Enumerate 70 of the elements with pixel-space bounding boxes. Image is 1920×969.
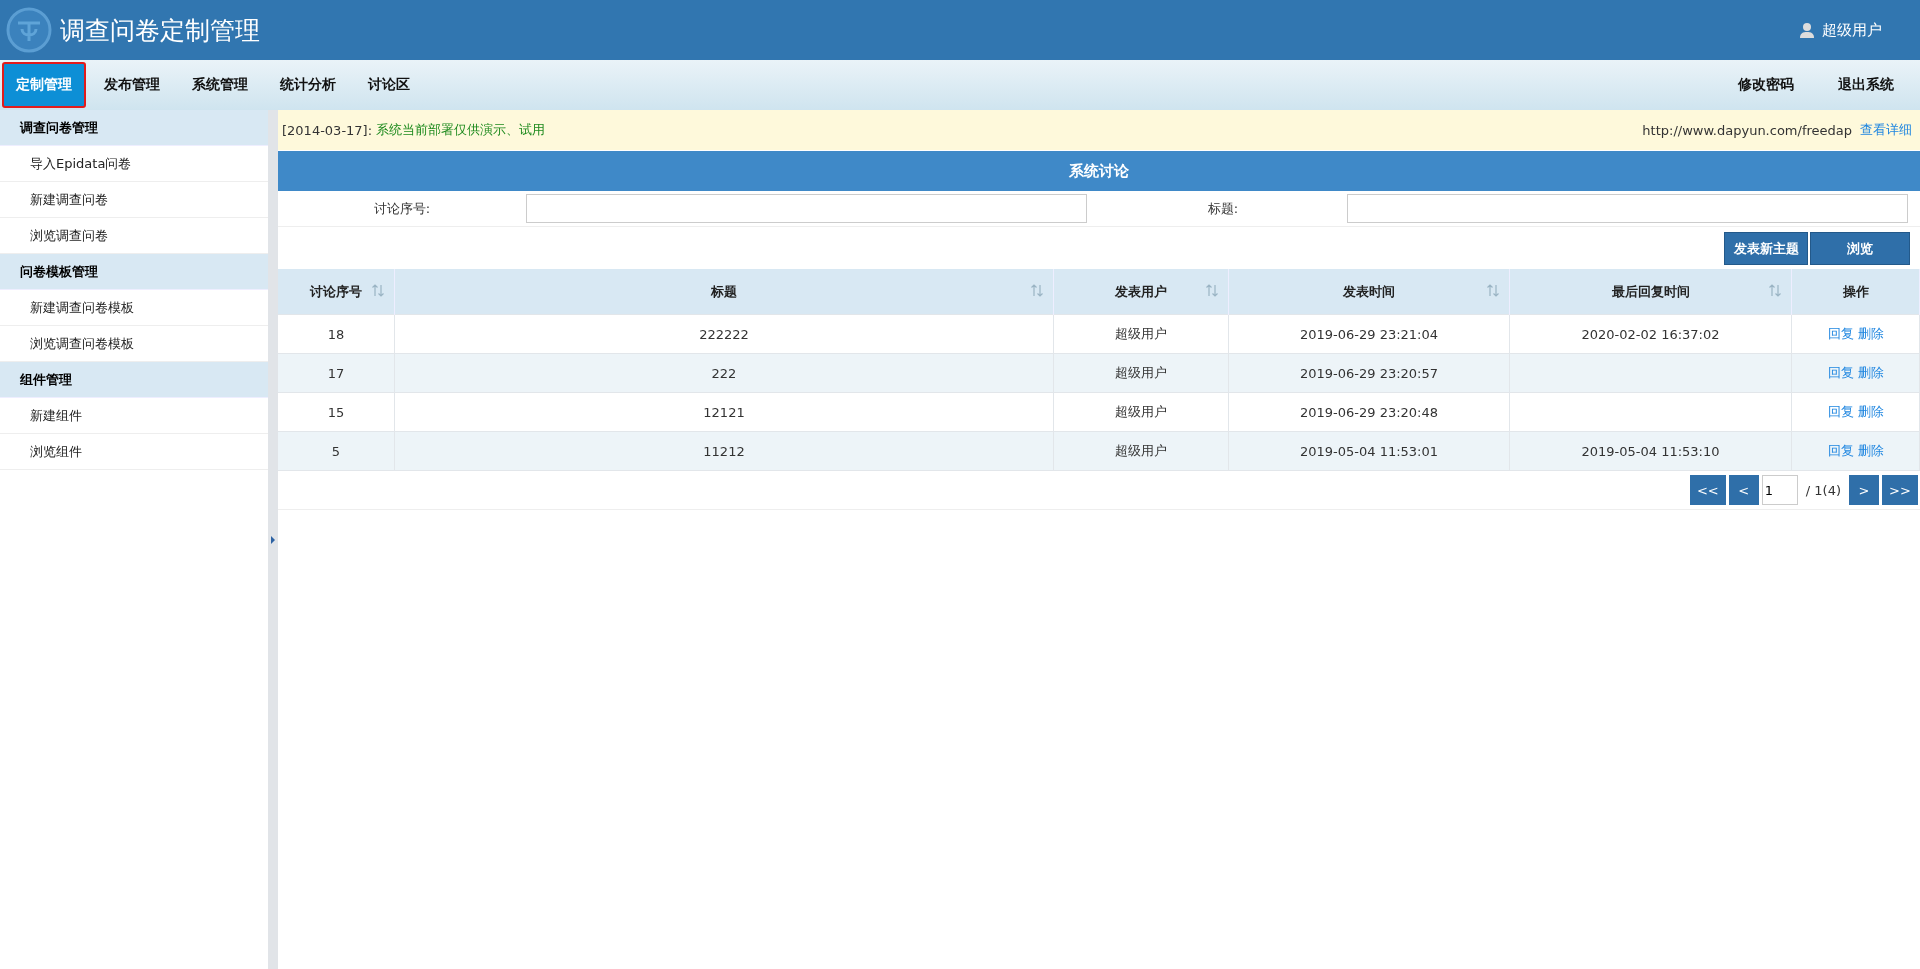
user-icon [1800,22,1814,38]
nav-tab[interactable]: 讨论区 [354,62,424,108]
next-page-button[interactable]: > [1849,475,1879,505]
action-button[interactable]: 发表新主题 [1724,232,1808,265]
column-header[interactable]: 发表时间 [1228,269,1510,315]
table-cell: 11212 [394,431,1054,471]
page-input[interactable]: 1 [1761,475,1798,505]
prev-page-button[interactable]: < [1728,475,1759,505]
page-total: / 1(4) [1805,482,1841,498]
column-header[interactable]: 操作 [1791,269,1920,315]
first-page-button[interactable]: << [1689,475,1726,505]
table-cell: 222 [394,353,1054,393]
table-cell: 超级用户 [1053,431,1229,471]
table-cell: 18 [278,314,395,354]
app-title: 调查问卷定制管理 [60,14,261,47]
splitter[interactable] [268,110,278,969]
column-header[interactable]: 发表用户 [1053,269,1229,315]
column-header[interactable]: 最后回复时间 [1509,269,1792,315]
nav-link[interactable]: 退出系统 [1838,76,1894,94]
row-action-link[interactable]: 删除 [1857,326,1884,341]
filter-label: 标题: [1206,199,1240,218]
logo-icon [6,7,52,53]
row-action-link[interactable]: 删除 [1857,404,1884,419]
row-action-link[interactable]: 回复 [1827,443,1854,458]
table-cell: 超级用户 [1053,353,1229,393]
sidebar-group-title[interactable]: 调查问卷管理 [0,110,268,146]
nav-tab[interactable]: 系统管理 [178,62,262,108]
nav-tab[interactable]: 定制管理 [2,62,86,108]
notice-url: http://www.dapyun.com/freedap [1642,122,1852,138]
user-name: 超级用户 [1822,20,1882,40]
row-action-link[interactable]: 回复 [1827,326,1854,341]
column-header[interactable]: 讨论序号 [278,269,395,315]
table-cell: 2019-06-29 23:21:04 [1228,314,1510,354]
table-cell: 15 [278,392,395,432]
last-page-button[interactable]: >> [1882,475,1918,505]
details-link[interactable]: 查看详细 [1860,121,1912,139]
nav-tab[interactable]: 发布管理 [90,62,174,108]
table-cell: 222222 [394,314,1054,354]
sort-icon[interactable] [1769,284,1781,297]
sort-icon[interactable] [1206,284,1218,297]
filter-label: 讨论序号: [372,199,432,218]
caret-icon [271,535,275,544]
table-cell: 超级用户 [1053,314,1229,354]
notice-date: [2014-03-17]: [282,122,373,138]
row-action-link[interactable]: 回复 [1827,365,1854,380]
sidebar-group-title[interactable]: 组件管理 [0,362,268,398]
filter-input[interactable] [526,194,1087,223]
action-button[interactable]: 浏览 [1810,232,1910,265]
table-cell: 12121 [394,392,1054,432]
sidebar-group-title[interactable]: 问卷模板管理 [0,254,268,290]
row-action-link[interactable]: 删除 [1857,365,1884,380]
table-cell: 2019-06-29 23:20:57 [1228,353,1510,393]
nav-link[interactable]: 修改密码 [1738,76,1794,94]
notice-message: 系统当前部署仅供演示、试用 [376,121,547,139]
sort-icon[interactable] [372,284,384,297]
row-action-link[interactable]: 回复 [1827,404,1854,419]
table-cell: 5 [278,431,395,471]
table-cell: 2019-05-04 11:53:01 [1228,431,1510,471]
panel-title: 系统讨论 [278,151,1920,191]
table-cell: 2019-06-29 23:20:48 [1228,392,1510,432]
row-action-link[interactable]: 删除 [1857,443,1884,458]
table-cell: 超级用户 [1053,392,1229,432]
column-header[interactable]: 标题 [394,269,1054,315]
table-cell: 17 [278,353,395,393]
sort-icon[interactable] [1487,284,1499,297]
nav-tab[interactable]: 统计分析 [266,62,350,108]
table-cell: 2019-05-04 11:53:10 [1509,431,1792,471]
sort-icon[interactable] [1031,284,1043,297]
filter-input[interactable] [1347,194,1908,223]
table-cell: 2020-02-02 16:37:02 [1509,314,1792,354]
